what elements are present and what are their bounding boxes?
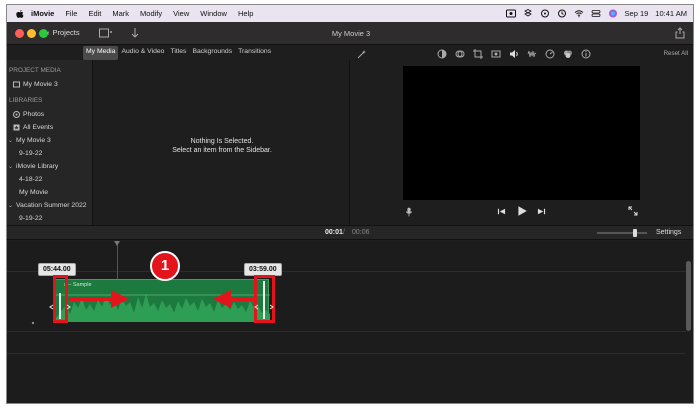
dropbox-icon[interactable] [523,9,533,18]
menubar-date[interactable]: Sep 19 [625,9,649,18]
sidebar-item-label: All Events [23,124,54,131]
menu-window[interactable]: Window [200,9,227,18]
time-machine-icon[interactable] [557,9,567,18]
timeline-header: 00:01 / 00:06 Settings [7,225,693,240]
chevron-down-icon[interactable]: ⌄ [8,137,13,144]
step-number-badge: 1 [150,251,180,281]
siri-icon[interactable] [608,9,618,18]
current-time: 00:01 [325,229,343,236]
zoom-slider-track[interactable] [597,232,647,234]
sidebar-item-my-movie-3[interactable]: ⌄ My Movie 3 [8,137,51,144]
timeline-settings-button[interactable]: Settings [656,229,681,236]
photos-icon [13,111,20,118]
color-balance-icon[interactable] [437,49,447,59]
time-separator: / [343,229,345,236]
crop-icon[interactable] [473,49,483,59]
sidebar-item-label: My Movie [19,189,49,196]
sidebar-item-vacation[interactable]: ⌄ Vacation Summer 2022 [8,202,87,209]
share-icon[interactable] [675,27,685,39]
clip-filter-icon[interactable] [563,49,573,59]
screen-record-icon[interactable] [505,9,516,18]
sidebar-item-photos[interactable]: Photos [13,111,44,118]
speed-icon[interactable] [545,49,555,59]
skip-back-icon[interactable] [497,207,506,216]
project-media-header: PROJECT MEDIA [9,67,61,74]
imovie-window: iMovie File Edit Mark Modify View Window… [6,4,694,404]
sidebar-item-event[interactable]: 9-19-22 [19,150,42,157]
timeline[interactable]: s – Sample 05:44.00 03:59.00 1 [7,241,693,403]
sidebar-item-label: 4-18-22 [19,176,43,183]
voiceover-mic-icon[interactable] [405,207,413,217]
menu-bar: iMovie File Edit Mark Modify View Window… [7,5,693,22]
star-icon [13,124,20,131]
menu-mark[interactable]: Mark [112,9,129,18]
arrow-right-icon [69,290,129,308]
browser-tabs: My Media Audio & Video Titles Background… [83,46,274,60]
title-bar: ‹ Projects My Movie 3 [7,22,693,45]
color-correction-icon[interactable] [455,49,465,59]
total-duration: 00:06 [352,229,370,236]
video-viewer[interactable] [403,66,640,200]
stabilization-icon[interactable] [491,49,501,59]
apple-logo-icon[interactable] [15,9,25,19]
sidebar-item-event[interactable]: 9-19-22 [19,215,42,222]
left-trim-handle-icon [49,293,71,319]
skip-forward-icon[interactable] [537,207,546,216]
sidebar-item-all-events[interactable]: All Events [13,124,53,131]
sidebar-item-label: 9-19-22 [19,215,43,222]
noise-reduction-icon[interactable] [527,49,537,59]
sidebar-item-imovie-library[interactable]: ⌄ iMovie Library [8,163,58,170]
libraries-sidebar: PROJECT MEDIA My Movie 3 LIBRARIES Photo… [7,60,93,225]
media-browser: Nothing Is Selected. Select an item from… [94,60,350,225]
zoom-slider-handle[interactable] [633,229,637,237]
info-icon[interactable] [581,49,591,59]
sidebar-item-event[interactable]: 4-18-22 [19,176,42,183]
tab-backgrounds[interactable]: Backgrounds [189,46,235,60]
libraries-header: LIBRARIES [9,97,43,104]
menubar-time[interactable]: 10:41 AM [655,9,687,18]
menu-help[interactable]: Help [238,9,253,18]
menu-edit[interactable]: Edit [88,9,101,18]
empty-state-title: Nothing Is Selected. [190,138,254,145]
annotation-arrows [31,281,274,325]
menu-modify[interactable]: Modify [140,9,162,18]
right-trim-handle-icon [254,281,274,319]
menu-view[interactable]: View [173,9,189,18]
sidebar-item-label: My Movie 3 [23,81,58,88]
window-title: My Movie 3 [331,29,371,38]
sidebar-item-my-movie[interactable]: My Movie [19,189,48,196]
empty-state-hint: Select an item from the Sidebar. [172,147,272,154]
track-marker [31,321,35,325]
fullscreen-icon[interactable] [628,206,638,216]
viewer-toolbar: Reset All [351,46,693,62]
sidebar-item-label: My Movie 3 [16,137,51,144]
sidebar-item-project[interactable]: My Movie 3 [13,81,58,88]
tab-transitions[interactable]: Transitions [235,46,274,60]
chevron-down-icon[interactable]: ⌄ [8,163,13,170]
chevron-down-icon[interactable]: ⌄ [8,202,13,209]
arrow-left-icon [213,290,253,308]
control-center-icon[interactable] [591,9,601,18]
cloud-icon[interactable] [540,9,550,18]
volume-icon[interactable] [509,49,519,59]
sidebar-item-label: Photos [23,111,45,118]
tab-audio-video[interactable]: Audio & Video [118,46,167,60]
play-icon[interactable] [516,205,528,217]
sidebar-item-label: Vacation Summer 2022 [16,202,87,209]
magic-wand-icon[interactable] [357,49,367,59]
menu-imovie[interactable]: iMovie [31,9,54,18]
tab-my-media[interactable]: My Media [83,46,119,60]
sidebar-item-label: iMovie Library [16,163,59,170]
wifi-icon[interactable] [574,9,584,18]
sidebar-item-label: 9-19-22 [19,150,43,157]
film-icon [13,81,20,88]
reset-all-button[interactable]: Reset All [664,50,688,57]
menu-file[interactable]: File [65,9,77,18]
tab-titles[interactable]: Titles [167,46,189,60]
